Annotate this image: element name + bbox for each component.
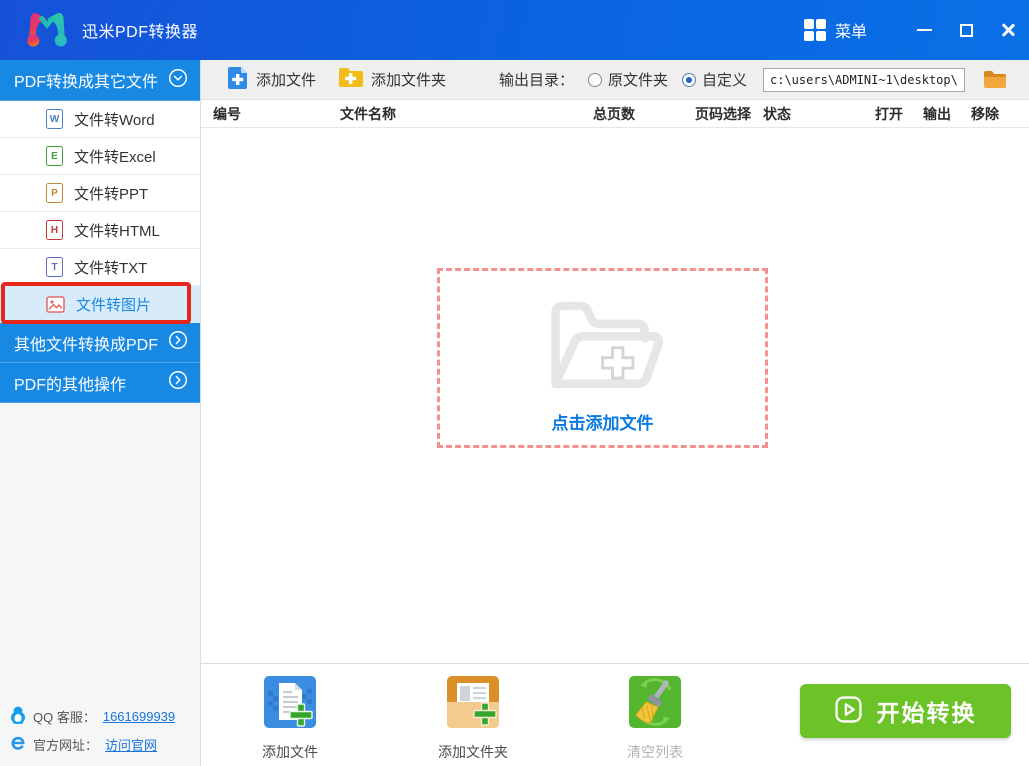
add-file-label: 添加文件 [256, 72, 317, 89]
add-file-big-label: 添加文件 [262, 744, 318, 760]
excel-doc-icon: E [46, 146, 63, 166]
file-list-area: 点击添加文件 [201, 128, 1029, 663]
radio-original-label: 原文件夹 [607, 72, 668, 89]
column-header-output: 输出 [923, 106, 951, 122]
radio-original-folder[interactable]: 原文件夹 [587, 69, 668, 90]
html-doc-icon: H [46, 220, 63, 240]
maximize-icon [959, 23, 973, 37]
sidebar-item-pdf-to-txt[interactable]: T 文件转TXT [0, 249, 200, 286]
sidebar-item-label: 文件转Excel [74, 148, 156, 166]
chevron-right-circle-icon [168, 330, 188, 355]
column-header-open: 打开 [875, 106, 903, 122]
chevron-right-circle-icon [168, 370, 188, 395]
output-directory-group: 输出目录： 原文件夹 自定义 [498, 67, 1007, 92]
dropzone-folder-icon [527, 282, 679, 407]
qq-icon [10, 706, 26, 727]
sidebar-item-pdf-to-ppt[interactable]: P 文件转PPT [0, 175, 200, 212]
clear-list-button[interactable]: 清空列表 [603, 676, 707, 762]
add-folder-big-icon [447, 676, 499, 733]
browse-folder-button[interactable] [983, 70, 1007, 90]
ie-icon [10, 735, 26, 754]
radio-custom-folder[interactable]: 自定义 [681, 69, 747, 90]
sidebar-group-label: PDF转换成其它文件 [14, 74, 159, 91]
toolbar: 添加文件 添加文件夹 输出目录： 原文件夹 自定义 [201, 60, 1029, 100]
menu-label: 菜单 [834, 24, 867, 41]
app-window: 迅米PDF转换器 菜单 PDF转换成其它文件 W 文件转Word E 文件转Ex… [0, 0, 1029, 766]
add-file-button[interactable]: 添加文件 [227, 66, 316, 94]
column-header-remove: 移除 [971, 106, 999, 122]
txt-doc-icon: T [46, 257, 63, 277]
file-table-header: 编号 文件名称 总页数 页码选择 状态 打开 输出 移除 [201, 100, 1029, 128]
column-header-page-select: 页码选择 [695, 106, 751, 122]
sidebar-item-pdf-to-word[interactable]: W 文件转Word [0, 101, 200, 138]
close-icon [1000, 22, 1016, 38]
sidebar-group-label: 其他文件转换成PDF [14, 336, 159, 354]
clear-list-big-icon [629, 676, 681, 733]
sidebar-item-pdf-to-html[interactable]: H 文件转HTML [0, 212, 200, 249]
bottom-action-bar: 添加文件 添加文件夹 清空列表 开始转换 [201, 663, 1029, 766]
add-folder-big-label: 添加文件夹 [438, 744, 508, 760]
minimize-button[interactable] [903, 0, 945, 60]
dropzone-label: 点击添加文件 [551, 414, 654, 433]
add-folder-button[interactable]: 添加文件夹 [338, 67, 446, 92]
sidebar-group-pdf-other-ops[interactable]: PDF的其他操作 [0, 363, 200, 403]
app-title: 迅米PDF转换器 [82, 24, 199, 41]
add-folder-label: 添加文件夹 [371, 72, 447, 89]
qq-number-link[interactable]: 1661699939 [103, 709, 175, 724]
word-doc-icon: W [46, 109, 63, 129]
app-logo-icon [24, 7, 72, 53]
close-button[interactable] [987, 0, 1029, 60]
menu-button[interactable]: 菜单 [803, 18, 867, 42]
sidebar-group-label: PDF的其他操作 [14, 376, 127, 394]
qq-service-label: QQ 客服： [33, 710, 96, 725]
minimize-icon [916, 29, 932, 31]
column-header-filename: 文件名称 [340, 106, 396, 122]
sidebar: PDF转换成其它文件 W 文件转Word E 文件转Excel P 文件转PPT… [0, 60, 201, 766]
add-folder-icon [338, 67, 364, 92]
add-folder-big-button[interactable]: 添加文件夹 [421, 676, 525, 762]
sidebar-item-pdf-to-image[interactable]: 文件转图片 [0, 286, 200, 323]
sidebar-item-label: 文件转HTML [74, 222, 160, 240]
sidebar-item-label: 文件转PPT [74, 185, 149, 203]
play-icon [834, 696, 862, 726]
maximize-button[interactable] [945, 0, 987, 60]
column-header-total-pages: 总页数 [593, 106, 635, 122]
radio-custom-icon [681, 72, 696, 87]
column-header-status: 状态 [763, 106, 791, 122]
image-file-icon [46, 295, 65, 313]
radio-original-icon [587, 72, 602, 87]
sidebar-item-label: 文件转TXT [74, 259, 148, 277]
sidebar-group-pdf-to-other[interactable]: PDF转换成其它文件 [0, 60, 200, 101]
menu-grid-icon [803, 19, 826, 41]
output-dir-label: 输出目录： [498, 72, 574, 89]
sidebar-item-label: 文件转Word [74, 111, 155, 129]
add-file-big-button[interactable]: 添加文件 [238, 676, 342, 762]
radio-custom-label: 自定义 [701, 72, 747, 89]
ppt-doc-icon: P [46, 183, 63, 203]
start-convert-button[interactable]: 开始转换 [800, 684, 1011, 738]
add-file-icon [227, 66, 248, 94]
start-convert-label: 开始转换 [876, 700, 977, 726]
sidebar-item-pdf-to-excel[interactable]: E 文件转Excel [0, 138, 200, 175]
dropzone-add-files[interactable]: 点击添加文件 [437, 268, 768, 448]
official-site-link[interactable]: 访问官网 [105, 735, 157, 754]
browse-folder-icon [984, 70, 1006, 88]
add-file-big-icon [264, 676, 316, 733]
column-header-number: 编号 [213, 106, 241, 122]
sidebar-group-other-to-pdf[interactable]: 其他文件转换成PDF [0, 323, 200, 363]
clear-list-label: 清空列表 [627, 744, 683, 760]
output-path-input[interactable] [763, 67, 965, 92]
official-site-label: 官方网址： [33, 738, 99, 753]
titlebar: 迅米PDF转换器 菜单 [0, 0, 1029, 60]
sidebar-footer: QQ 客服： 1661699939 官方网址： 访问官网 [10, 706, 175, 754]
titlebar-controls: 菜单 [803, 0, 1029, 60]
sidebar-item-label: 文件转图片 [76, 296, 152, 314]
chevron-down-circle-icon [168, 68, 188, 93]
